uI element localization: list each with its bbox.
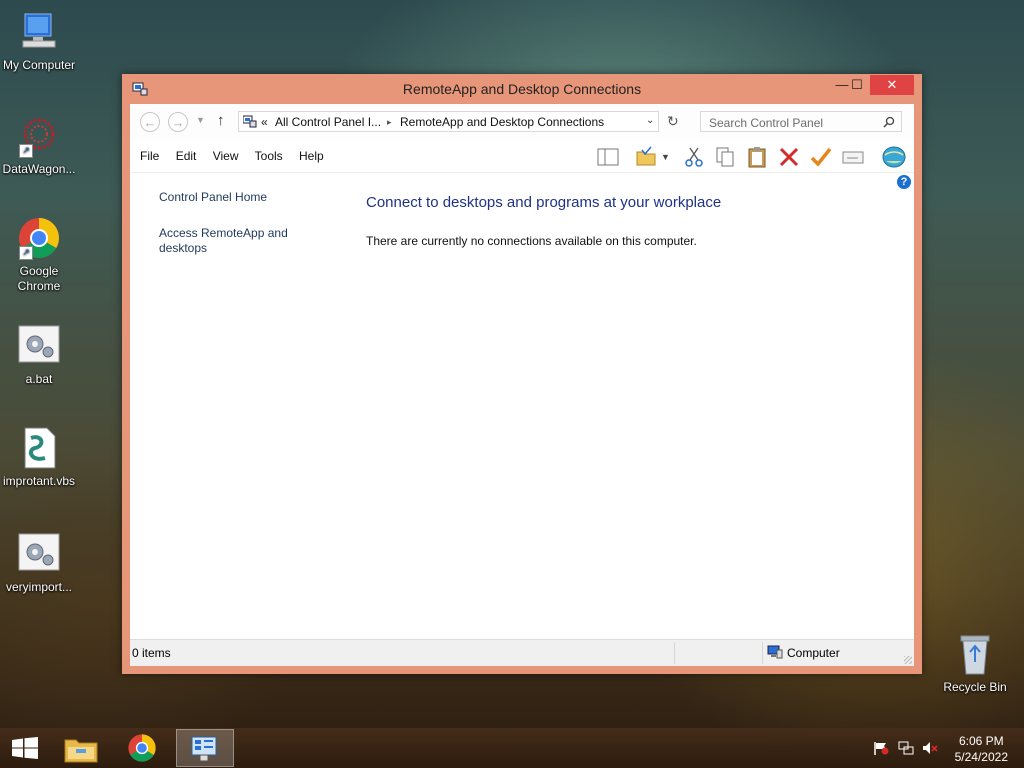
icon-label: improtant.vbs (2, 474, 76, 488)
copy-icon[interactable] (714, 146, 736, 168)
search-input[interactable] (707, 113, 881, 132)
menu-help[interactable]: Help (299, 149, 324, 163)
folder-icon (64, 739, 98, 763)
search-box[interactable] (700, 111, 902, 132)
desktop-icon-google-chrome[interactable]: ↗ Google Chrome (0, 216, 78, 294)
refresh-icon[interactable]: ↻ (667, 113, 679, 130)
help-icon[interactable]: ? (897, 175, 911, 189)
control-panel-icon (191, 736, 217, 762)
menu-tools[interactable]: Tools (255, 149, 283, 163)
forward-button[interactable]: → (168, 112, 188, 132)
start-button[interactable] (0, 729, 56, 767)
breadcrumb-separator[interactable]: ▸ (387, 117, 392, 128)
taskbar-control-panel[interactable] (176, 729, 234, 767)
status-divider (674, 642, 675, 664)
menu-toolbar-row: File Edit View Tools Help ▼ (130, 140, 914, 173)
control-panel-window: RemoteApp and Desktop Connections — ☐ ✕ … (122, 74, 922, 674)
breadcrumb-all-control-panel[interactable]: All Control Panel I... (275, 115, 381, 129)
shortcut-arrow-icon: ↗ (19, 144, 33, 158)
status-divider (762, 642, 763, 664)
desktop-icon-veryimport[interactable]: veryimport... (0, 532, 78, 595)
no-connections-message: There are currently no connections avail… (366, 234, 697, 248)
windows-logo-icon (12, 737, 38, 759)
navigation-bar: ← → ▼ ↑ « All Control Panel I... ▸ Remot… (130, 104, 914, 140)
link-access-remoteapp[interactable]: Access RemoteApp and desktops (159, 226, 294, 256)
taskbar-file-explorer[interactable] (54, 729, 110, 767)
address-chevron[interactable]: « (261, 115, 268, 129)
page-heading: Connect to desktops and programs at your… (366, 194, 722, 211)
search-icon[interactable] (883, 116, 895, 128)
action-center-flag-icon[interactable] (873, 741, 889, 755)
network-icon[interactable] (898, 741, 914, 755)
desktop-icon-my-computer[interactable]: My Computer (0, 10, 78, 73)
desktop-icon-a-bat[interactable]: a.bat (0, 324, 78, 387)
shortcut-arrow-icon: ↗ (19, 246, 33, 260)
preview-pane-icon[interactable] (597, 146, 619, 168)
address-bar[interactable]: « All Control Panel I... ▸ RemoteApp and… (238, 111, 659, 132)
desktop-icon-recycle-bin[interactable]: Recycle Bin (936, 632, 1014, 695)
icon-label: veryimport... (5, 580, 72, 594)
icon-label: Recycle Bin (943, 680, 1007, 694)
chrome-icon (128, 734, 156, 762)
zone-label: Computer (787, 646, 840, 660)
clock-time: 6:06 PM (958, 734, 1004, 748)
volume-muted-icon[interactable] (922, 741, 938, 755)
options-dropdown-icon[interactable]: ▼ (661, 152, 670, 162)
delete-icon[interactable] (778, 146, 800, 168)
sidebar: Control Panel Home Access RemoteApp and … (130, 173, 350, 640)
batch-file-gear-icon (17, 532, 61, 576)
address-dropdown-icon[interactable]: ⌄ (646, 115, 654, 126)
desktop-icon-improtant-vbs[interactable]: improtant.vbs (0, 426, 78, 489)
script-file-icon (17, 426, 61, 470)
maximize-button[interactable]: ☐ (843, 75, 871, 95)
control-panel-icon (243, 115, 257, 128)
icon-label: a.bat (25, 372, 53, 386)
desktop-icon-datawagon[interactable]: ↗ DataWagon... (0, 114, 78, 177)
system-clock[interactable]: 6:06 PM 5/24/2022 (955, 733, 1008, 765)
icon-label: DataWagon... (2, 162, 76, 176)
link-control-panel-home[interactable]: Control Panel Home (159, 190, 309, 205)
menu-bar: File Edit View Tools Help (140, 149, 337, 163)
status-bar: 0 items Computer (130, 639, 914, 666)
chrome-icon: ↗ (17, 216, 61, 260)
folder-options-icon[interactable] (635, 146, 657, 168)
rename-icon[interactable] (842, 146, 864, 168)
batch-file-gear-icon (17, 324, 61, 368)
menu-edit[interactable]: Edit (176, 149, 197, 163)
cut-icon[interactable] (683, 146, 705, 168)
back-button[interactable]: ← (140, 112, 160, 132)
window-client-area: ← → ▼ ↑ « All Control Panel I... ▸ Remot… (130, 104, 914, 666)
window-title: RemoteApp and Desktop Connections (402, 81, 642, 97)
internet-globe-icon[interactable] (881, 145, 907, 169)
computer-zone-icon (767, 645, 783, 659)
recycle-bin-icon (953, 632, 997, 676)
up-button[interactable]: ↑ (217, 112, 225, 129)
taskbar-chrome[interactable] (115, 729, 171, 767)
breadcrumb-remoteapp[interactable]: RemoteApp and Desktop Connections (400, 115, 604, 129)
recent-locations-dropdown-icon[interactable]: ▼ (196, 115, 205, 125)
menu-view[interactable]: View (213, 149, 239, 163)
close-button[interactable]: ✕ (870, 75, 914, 95)
paste-icon[interactable] (746, 146, 768, 168)
icon-label: Google Chrome (17, 264, 61, 293)
resize-grip[interactable] (904, 656, 912, 664)
title-bar[interactable]: RemoteApp and Desktop Connections — ☐ ✕ (122, 74, 922, 104)
properties-checkmark-icon[interactable] (810, 146, 832, 168)
computer-icon (17, 10, 61, 54)
item-count: 0 items (132, 646, 171, 660)
clock-date: 5/24/2022 (954, 750, 1008, 764)
taskbar: 6:06 PM 5/24/2022 (0, 728, 1024, 768)
icon-label: My Computer (2, 58, 76, 72)
menu-file[interactable]: File (140, 149, 159, 163)
datawagon-icon: ↗ (17, 114, 61, 158)
